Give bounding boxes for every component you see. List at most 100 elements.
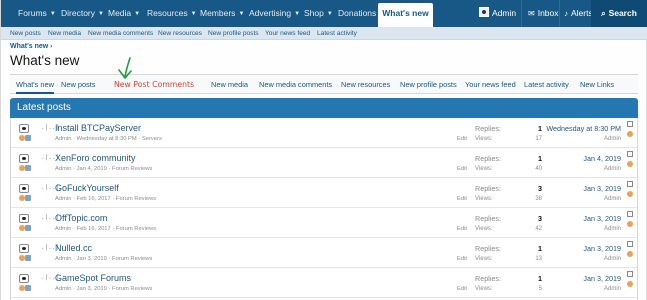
tab-new-resources[interactable]: New resources — [341, 75, 390, 94]
avatar[interactable] — [19, 124, 32, 141]
nav-media[interactable]: Media ▼ — [108, 0, 140, 27]
thread-title[interactable]: GoFuckYourself — [55, 183, 119, 193]
subnav-news-feed[interactable]: Your news feed — [265, 27, 310, 40]
avatar[interactable] — [627, 211, 634, 233]
last-post-date[interactable]: Jan 3, 2019 — [583, 214, 621, 223]
last-post-user[interactable]: Admin — [604, 286, 621, 292]
tab-whats-new[interactable]: What's new — [16, 75, 54, 94]
views-count: 40 — [535, 166, 542, 172]
last-post-date[interactable]: Jan 3, 2019 — [583, 274, 621, 283]
thread-title[interactable]: XenForo community — [55, 153, 136, 163]
nav-directory[interactable]: Directory ▼ — [61, 0, 104, 27]
nav-resources[interactable]: Resources ▼ — [147, 0, 197, 27]
last-post-user[interactable]: Admin — [604, 166, 621, 172]
nav-donations-label: Donations — [338, 8, 377, 18]
block-header: Latest posts — [10, 98, 638, 118]
edit-link[interactable]: Edit — [457, 196, 467, 202]
nav-shop[interactable]: Shop ▼ — [304, 0, 333, 27]
search-button[interactable]: ⌕ Search — [591, 0, 647, 27]
avatar[interactable] — [627, 151, 634, 173]
last-post-date[interactable]: Jan 4, 2019 — [583, 154, 621, 163]
subnav-new-profile-posts[interactable]: New profile posts — [208, 27, 259, 40]
replies-label: Replies: — [475, 154, 501, 163]
thread-meta: Admin · Feb 16, 2017 · Forum Reviews — [55, 196, 157, 202]
views-label: Views: — [475, 286, 493, 292]
nav-directory-label: Directory — [61, 8, 96, 18]
tab-new-media[interactable]: New media — [211, 75, 248, 94]
chevron-down-icon: ▼ — [190, 11, 197, 17]
nav-whats-new[interactable]: What's new — [378, 3, 433, 27]
last-post-date[interactable]: Jan 3, 2019 — [583, 244, 621, 253]
subnav-new-media-comments[interactable]: New media comments — [88, 27, 153, 40]
nav-donations[interactable]: Donations — [338, 0, 376, 27]
subnav-new-resources[interactable]: New resources — [158, 27, 202, 40]
top-navbar: Forums ▼ Directory ▼ Media ▼ Resources ▼ Mem… — [1, 0, 647, 27]
edit-link[interactable]: Edit — [457, 286, 467, 292]
last-post-user[interactable]: Admin — [604, 136, 621, 142]
tab-latest-activity[interactable]: Latest activity — [524, 75, 569, 94]
breadcrumb[interactable]: What's new › — [10, 43, 52, 50]
replies-count: 3 — [538, 184, 542, 193]
thread-title[interactable]: Nulled.cc — [55, 243, 92, 253]
replies-label: Replies: — [475, 184, 501, 193]
views-label: Views: — [475, 196, 493, 202]
subnav-latest-activity[interactable]: Latest activity — [317, 27, 357, 40]
views-count: 38 — [535, 196, 542, 202]
avatar — [479, 7, 489, 17]
search-icon: ⌕ — [601, 9, 606, 18]
bell-icon: ♪ — [564, 9, 568, 18]
edit-link[interactable]: Edit — [457, 166, 467, 172]
thread-meta: Admin · Wednesday at 8:30 PM · Servers — [55, 136, 162, 142]
thread-title[interactable]: GameSpot Forums — [55, 273, 131, 283]
chevron-down-icon: ▼ — [134, 11, 141, 17]
replies-count: 1 — [538, 274, 542, 283]
avatar[interactable] — [19, 214, 32, 231]
tab-news-feed[interactable]: Your news feed — [465, 75, 516, 94]
avatar[interactable] — [627, 121, 634, 143]
avatar[interactable] — [19, 154, 32, 171]
page: Forums ▼ Directory ▼ Media ▼ Resources ▼ Mem… — [0, 0, 647, 300]
edit-link[interactable]: Edit — [457, 226, 467, 232]
avatar[interactable] — [19, 184, 32, 201]
nav-account[interactable]: Admin — [479, 0, 516, 27]
nav-members[interactable]: Members ▼ — [200, 0, 244, 27]
thread-title[interactable]: OffTopic.com — [55, 213, 107, 223]
breadcrumb-label: What's new — [10, 43, 49, 50]
tab-new-links[interactable]: New Links — [580, 75, 614, 94]
tab-new-media-comments[interactable]: New media comments — [259, 75, 332, 94]
nav-forums-label: Forums — [18, 8, 47, 18]
nav-media-label: Media — [108, 8, 132, 18]
avatar[interactable] — [19, 274, 32, 291]
views-count: 5 — [538, 286, 542, 292]
nav-alerts[interactable]: ♪ Alerts — [564, 0, 593, 27]
avatar[interactable] — [19, 244, 32, 261]
nav-alerts-label: Alerts — [571, 8, 593, 18]
thread-row: .|..| Install BTCPayServer Admin · Wedne… — [11, 118, 637, 148]
replies-label: Replies: — [475, 124, 501, 133]
edit-link[interactable]: Edit — [457, 256, 467, 262]
nav-divider — [559, 0, 560, 27]
thread-title[interactable]: Install BTCPayServer — [55, 123, 141, 133]
replies-count: 3 — [538, 214, 542, 223]
replies-label: Replies: — [475, 214, 501, 223]
nav-inbox[interactable]: ✉ Inbox — [528, 0, 559, 27]
views-count: 13 — [535, 256, 542, 262]
nav-forums[interactable]: Forums ▼ — [18, 0, 56, 27]
last-post-user[interactable]: Admin — [604, 226, 621, 232]
search-label: Search — [608, 8, 637, 18]
tab-new-posts[interactable]: New posts — [61, 75, 96, 94]
last-post-date[interactable]: Wednesday at 8:30 PM — [546, 124, 621, 133]
avatar[interactable] — [627, 241, 634, 263]
avatar[interactable] — [627, 181, 634, 203]
thread-meta: Admin · Jan 3, 2019 · Forum Reviews — [55, 256, 153, 262]
last-post-user[interactable]: Admin — [604, 256, 621, 262]
last-post-user[interactable]: Admin — [604, 196, 621, 202]
subnav-new-media[interactable]: New media — [48, 27, 81, 40]
tab-new-profile-posts[interactable]: New profile posts — [400, 75, 457, 94]
subnav-new-posts[interactable]: New posts — [10, 27, 41, 40]
avatar[interactable] — [627, 271, 634, 293]
annotation-text: New Post Comments — [114, 80, 195, 89]
nav-advertising[interactable]: Advertising ▼ — [249, 0, 300, 27]
last-post-date[interactable]: Jan 3, 2019 — [583, 184, 621, 193]
edit-link[interactable]: Edit — [457, 136, 467, 142]
